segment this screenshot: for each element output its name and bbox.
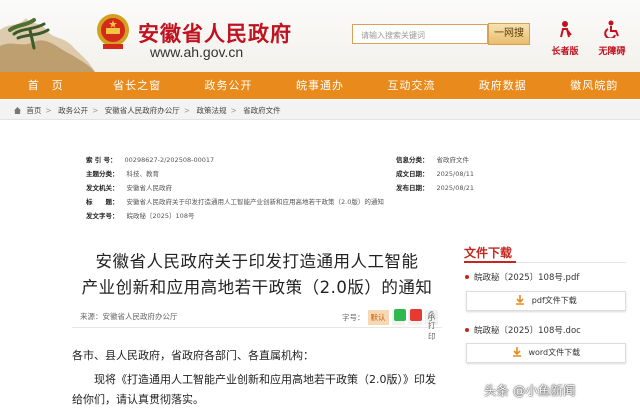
printer-icon: ⎙: [428, 310, 435, 319]
national-emblem-icon: [97, 14, 129, 49]
search-input[interactable]: 请输入搜索关键词: [352, 24, 488, 44]
breadcrumb-home[interactable]: 首页: [26, 106, 41, 115]
paragraph-1-line2: 给你们，请认真贯彻落实。: [72, 393, 204, 406]
download-file-doc-name: 皖政秘〔2025〕108号.doc: [474, 326, 581, 336]
accessibility-button[interactable]: 无障碍: [592, 20, 632, 57]
document-title-line2: 产业创新和应用高地若干政策（2.0版）的通知: [81, 278, 433, 297]
document-toolbar: 来源：安徽省人民政府办公厅 字号： 默认 大 中 小 ⎙ 打印: [72, 304, 442, 341]
word-download-label: word文件下载: [528, 348, 581, 357]
print-button[interactable]: ⎙ 打印: [428, 310, 442, 342]
elder-icon: [560, 21, 572, 38]
pdf-download-button[interactable]: pdf文件下载: [466, 291, 626, 311]
breadcrumb-office[interactable]: 安徽省人民政府办公厅: [105, 106, 180, 115]
nav-item-governor[interactable]: 省长之窗: [91, 72, 182, 99]
meta-title: 标 题： 安徽省人民政府关于印发打造通用人工智能产业创新和应用高地若干政策（2.0…: [86, 198, 384, 206]
print-label: 打印: [428, 321, 436, 341]
breadcrumb-gov-affairs[interactable]: 政务公开: [58, 106, 88, 115]
document-title-line1: 安徽省人民政府关于印发打造通用人工智能: [95, 252, 419, 271]
search-button[interactable]: 一网搜: [488, 23, 530, 45]
font-size-default[interactable]: 默认: [367, 310, 389, 325]
nav-item-interaction[interactable]: 互动交流: [366, 72, 457, 99]
site-domain: www.ah.gov.cn: [150, 44, 244, 60]
nav-item-gov-affairs[interactable]: 政务公开: [183, 72, 274, 99]
paragraph-1-line1: 现将《打造通用人工智能产业创新和应用高地若干政策（2.0版）》印发: [94, 373, 436, 386]
meta-docno: 发文字号： 皖政秘〔2025〕108号: [86, 212, 195, 220]
nav-item-home[interactable]: 首 页: [0, 72, 91, 99]
word-download-button[interactable]: word文件下载: [466, 343, 626, 363]
downloads-divider-highlight: [464, 261, 516, 263]
home-icon: [14, 107, 21, 114]
nav-item-services[interactable]: 皖事通办: [274, 72, 365, 99]
font-size-control: 字号： 默认 大 中 小: [342, 310, 441, 325]
pdf-download-label: pdf文件下载: [531, 296, 577, 305]
meta-published: 发布日期： 2025/08/21: [396, 184, 474, 192]
meta-category: 信息分类： 省政府文件: [396, 156, 469, 164]
download-icon: [512, 347, 521, 357]
wechat-share-icon[interactable]: [394, 309, 406, 321]
main-nav: 首 页 省长之窗 政务公开 皖事通办 互动交流 政府数据 徽风皖韵: [0, 72, 640, 99]
download-icon: [516, 295, 525, 305]
bullet-icon: [465, 328, 469, 332]
breadcrumb-provincial-docs[interactable]: 省政府文件: [243, 106, 281, 115]
accessibility-label: 无障碍: [598, 47, 626, 57]
meta-created: 成文日期： 2025/08/11: [396, 170, 474, 178]
watermark: 头条 @小鱼新闻: [484, 383, 576, 398]
huangshan-pine-logo: [0, 18, 95, 72]
meta-topic: 主题分类： 科技、教育: [86, 170, 159, 178]
meta-index: 索 引 号： 00298627-2/202508-00017: [86, 156, 215, 164]
downloads-heading: 文件下载: [464, 246, 513, 260]
accessibility-icon: [604, 20, 619, 40]
bullet-icon: [465, 275, 469, 279]
elder-version-button[interactable]: 长者版: [545, 20, 585, 57]
meta-issuer: 发文机关： 安徽省人民政府: [86, 184, 172, 192]
nav-item-culture[interactable]: 徽风皖韵: [549, 72, 640, 99]
breadcrumb-policy[interactable]: 政策法规: [196, 106, 226, 115]
document-meta: 索 引 号： 00298627-2/202508-00017 信息分类： 省政府文件…: [74, 150, 514, 224]
nav-item-data[interactable]: 政府数据: [457, 72, 548, 99]
breadcrumb: 首页 > 政务公开 > 安徽省人民政府办公厅 > 政策法规 > 省政府文件: [0, 100, 640, 120]
site-header: 安徽省人民政府 www.ah.gov.cn 请输入搜索关键词 一网搜 长者版 无…: [0, 0, 640, 72]
elder-version-label: 长者版: [551, 47, 579, 57]
font-size-label: 字号：: [342, 313, 365, 322]
download-file-pdf-name: 皖政秘〔2025〕108号.pdf: [474, 273, 580, 283]
weibo-share-icon[interactable]: [410, 309, 422, 321]
document-source: 来源：安徽省人民政府办公厅: [80, 312, 178, 321]
salutation: 各市、县人民政府，省政府各部门、各直属机构：: [72, 349, 314, 362]
